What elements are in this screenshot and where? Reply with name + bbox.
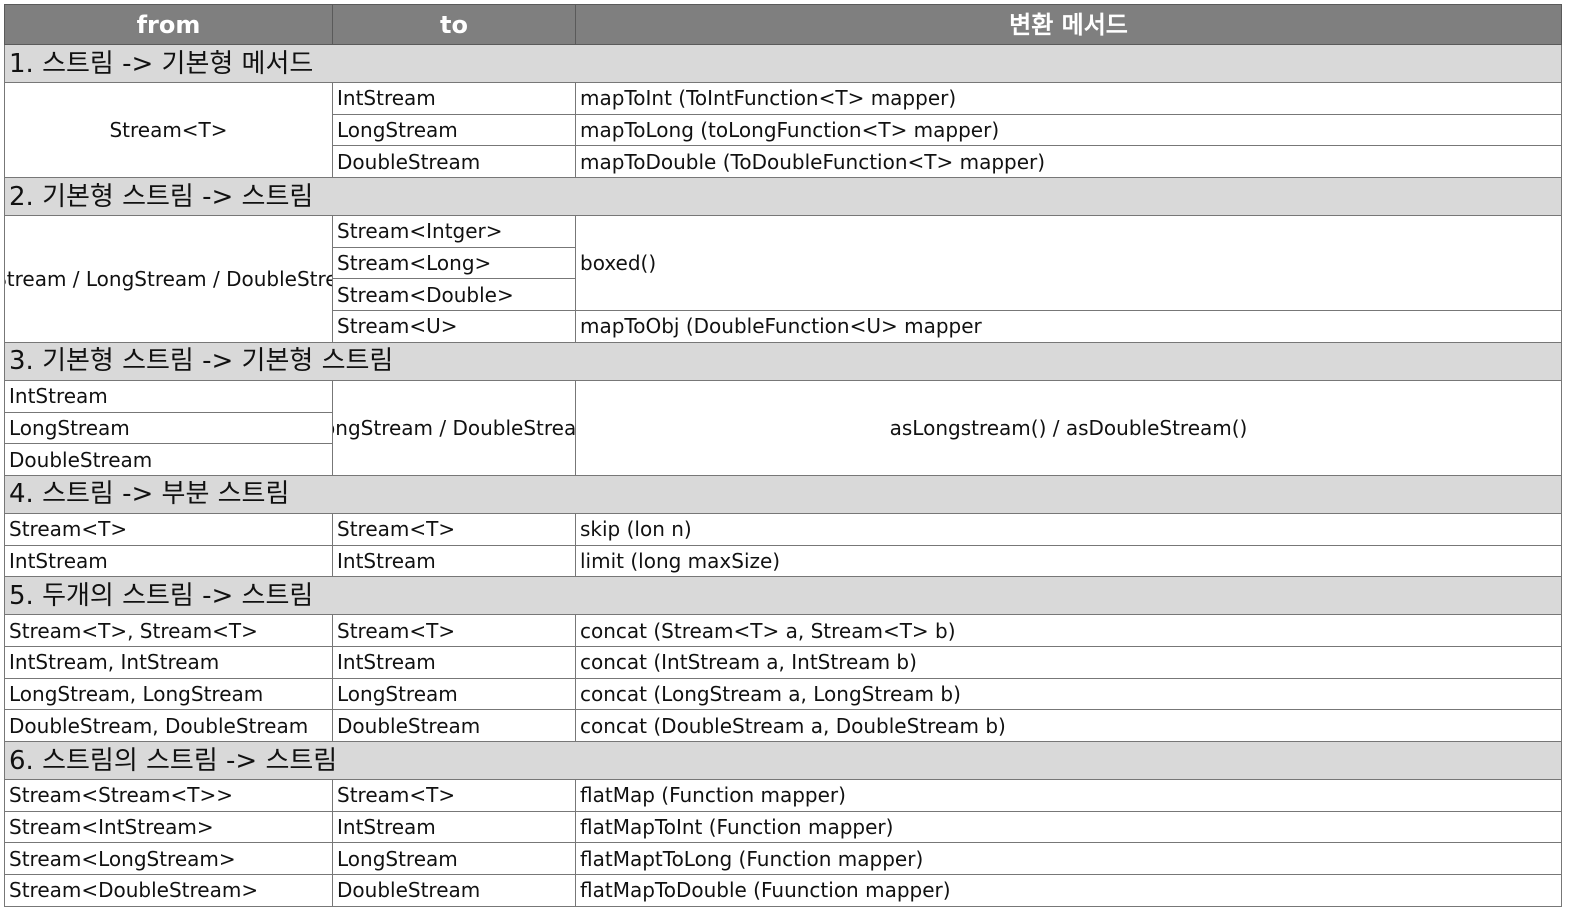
from-cell: Stream<LongStream> bbox=[4, 842, 333, 876]
from-cell: DoubleStream bbox=[4, 443, 333, 476]
from-cell: Stream<Stream<T>> bbox=[4, 779, 333, 812]
table-row: Stream<IntStream> IntStream flatMapToInt… bbox=[4, 810, 1562, 844]
method-cell: flatMapToDouble (Fuunction mapper) bbox=[575, 874, 1562, 907]
section-title: 1. 스트림 -> 기본형 메서드 bbox=[4, 44, 1562, 83]
table-row: Stream<T>, Stream<T> Stream<T> concat (S… bbox=[4, 614, 1562, 647]
method-cell: mapToInt (ToIntFunction<T> mapper) bbox=[575, 82, 1562, 115]
to-cell: Stream<U> bbox=[332, 310, 576, 343]
header-to: to bbox=[332, 4, 576, 45]
method-cell: limit (long maxSize) bbox=[575, 544, 1562, 578]
header-row: from to 변환 메서드 bbox=[4, 4, 1562, 45]
section-title: 6. 스트림의 스트림 -> 스트림 bbox=[4, 741, 1562, 780]
section-row: 4. 스트림 -> 부분 스트림 bbox=[4, 474, 1562, 514]
stream-conversion-table: from to 변환 메서드 1. 스트림 -> 기본형 메서드 Stream<… bbox=[4, 4, 1562, 907]
method-cell: boxed() bbox=[575, 215, 1562, 312]
table-row: Stream<DoubleStream> DoubleStream flatMa… bbox=[4, 874, 1562, 907]
method-cell: concat (IntStream a, IntStream b) bbox=[575, 645, 1562, 679]
method-cell: asLongstream() / asDoubleStream() bbox=[575, 379, 1562, 476]
section-row: 3. 기본형 스트림 -> 기본형 스트림 bbox=[4, 341, 1562, 381]
from-cell: Stream<T> bbox=[4, 81, 333, 179]
method-cell: skip (lon n) bbox=[575, 512, 1562, 546]
to-cell: IntStream bbox=[332, 810, 576, 844]
to-cell: Stream<Double> bbox=[332, 278, 576, 312]
method-cell: concat (DoubleStream a, DoubleStream b) bbox=[575, 709, 1562, 742]
table-row: IntStream LongStream / DoubleStream asLo… bbox=[4, 379, 1562, 476]
to-cell: LongStream bbox=[332, 842, 576, 876]
section-title: 5. 두개의 스트림 -> 스트림 bbox=[4, 576, 1562, 616]
to-cell: IntStream bbox=[332, 645, 576, 679]
to-cell: LongStream bbox=[332, 677, 576, 711]
from-cell: IntStream / LongStream / DoubleStream bbox=[4, 215, 333, 343]
from-cell: LongStream, LongStream bbox=[4, 677, 333, 711]
method-cell: mapToDouble (ToDoubleFunction<T> mapper) bbox=[575, 145, 1562, 179]
section-row: 2. 기본형 스트림 -> 스트림 bbox=[4, 177, 1562, 217]
to-cell: IntStream bbox=[332, 82, 576, 115]
to-cell: DoubleStream bbox=[332, 145, 576, 179]
table-row: LongStream, LongStream LongStream concat… bbox=[4, 677, 1562, 711]
header-from: from bbox=[4, 4, 333, 45]
from-cell: IntStream bbox=[4, 544, 333, 578]
to-cell: LongStream bbox=[332, 113, 576, 147]
section-title: 3. 기본형 스트림 -> 기본형 스트림 bbox=[4, 341, 1562, 381]
table-row: DoubleStream, DoubleStream DoubleStream … bbox=[4, 709, 1562, 742]
from-cell: DoubleStream, DoubleStream bbox=[4, 709, 333, 742]
from-cell: Stream<T> bbox=[4, 512, 333, 546]
method-cell: mapToObj (DoubleFunction<U> mapper bbox=[575, 310, 1562, 343]
table-row: Stream<Stream<T>> Stream<T> flatMap (Fun… bbox=[4, 779, 1562, 812]
section-row: 5. 두개의 스트림 -> 스트림 bbox=[4, 576, 1562, 616]
section-row: 6. 스트림의 스트림 -> 스트림 bbox=[4, 741, 1562, 780]
to-cell-text: LongStream / DoubleStream bbox=[334, 415, 576, 440]
method-cell: flatMaptToLong (Function mapper) bbox=[575, 842, 1562, 876]
to-cell: Stream<Long> bbox=[332, 246, 576, 280]
to-cell: Stream<T> bbox=[332, 512, 576, 546]
header-method: 변환 메서드 bbox=[575, 4, 1562, 45]
to-cell: Stream<T> bbox=[332, 614, 576, 647]
from-cell: IntStream, IntStream bbox=[4, 645, 333, 679]
to-cell: DoubleStream bbox=[332, 874, 576, 907]
table-row: Stream<LongStream> LongStream flatMaptTo… bbox=[4, 842, 1562, 876]
from-cell: Stream<DoubleStream> bbox=[4, 874, 333, 907]
table-row: Stream<T> IntStream mapToInt (ToIntFunct… bbox=[4, 81, 1562, 179]
table-row: IntStream, IntStream IntStream concat (I… bbox=[4, 645, 1562, 679]
to-cell: LongStream / DoubleStream bbox=[332, 379, 576, 476]
method-cell: flatMapToInt (Function mapper) bbox=[575, 810, 1562, 844]
section-title: 4. 스트림 -> 부분 스트림 bbox=[4, 474, 1562, 514]
to-cell: Stream<T> bbox=[332, 779, 576, 812]
table-row: Stream<T> Stream<T> skip (lon n) bbox=[4, 512, 1562, 546]
method-cell: flatMap (Function mapper) bbox=[575, 779, 1562, 812]
to-cell: IntStream bbox=[332, 544, 576, 578]
table-row: IntStream / LongStream / DoubleStream St… bbox=[4, 215, 1562, 343]
from-cell: IntStream bbox=[4, 379, 333, 413]
method-cell: concat (Stream<T> a, Stream<T> b) bbox=[575, 614, 1562, 647]
table-row: IntStream IntStream limit (long maxSize) bbox=[4, 544, 1562, 578]
to-cell: DoubleStream bbox=[332, 709, 576, 742]
to-cell: Stream<Intger> bbox=[332, 215, 576, 248]
method-cell: mapToLong (toLongFunction<T> mapper) bbox=[575, 113, 1562, 147]
from-cell-text: IntStream / LongStream / DoubleStream bbox=[6, 266, 332, 291]
section-row: 1. 스트림 -> 기본형 메서드 bbox=[4, 44, 1562, 83]
from-cell: Stream<IntStream> bbox=[4, 810, 333, 844]
method-cell: concat (LongStream a, LongStream b) bbox=[575, 677, 1562, 711]
section-title: 2. 기본형 스트림 -> 스트림 bbox=[4, 177, 1562, 217]
from-cell: Stream<T>, Stream<T> bbox=[4, 614, 333, 647]
from-cell: LongStream bbox=[4, 411, 333, 445]
